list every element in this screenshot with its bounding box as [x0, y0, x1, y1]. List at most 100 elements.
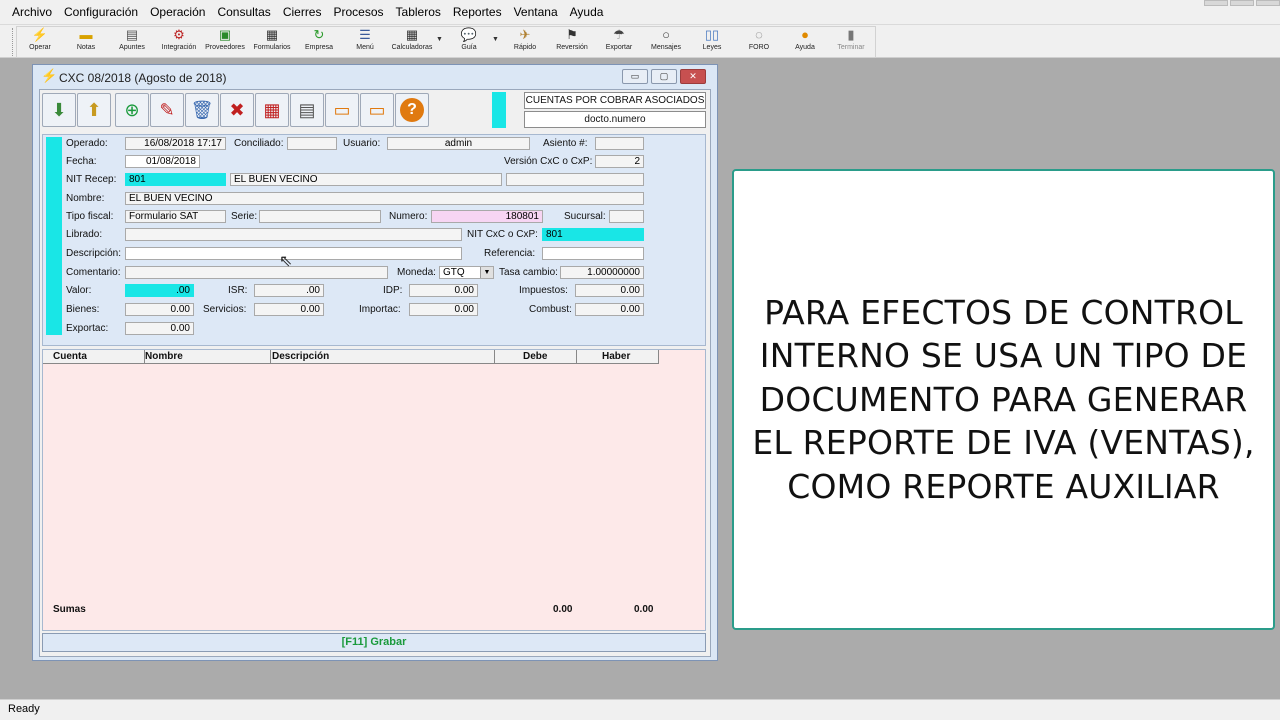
- referencia-field[interactable]: [542, 247, 644, 260]
- chevron-down-icon[interactable]: ▼: [492, 36, 499, 43]
- menu-procesos[interactable]: Procesos: [327, 5, 389, 19]
- suppliers-icon: ▣: [218, 27, 232, 42]
- exportac-field[interactable]: 0.00: [125, 322, 194, 335]
- col-nombre[interactable]: Nombre: [145, 351, 183, 362]
- main-toolbar: ⚡ Operar ▬ Notas ▤ Apuntes ⚙ Integración ▣ Pr…: [0, 24, 1280, 58]
- combust-field[interactable]: 0.00: [575, 303, 644, 316]
- maximize-button[interactable]: ▢: [651, 69, 677, 84]
- nit-cxc-field[interactable]: 801: [542, 228, 644, 241]
- menu-bar: Archivo Configuración Operación Consulta…: [0, 0, 1280, 24]
- toolbar-apuntes-button[interactable]: ▤ Apuntes: [116, 26, 148, 57]
- col-descripcion[interactable]: Descripción: [272, 351, 329, 362]
- window-title: CXC 08/2018 (Agosto de 2018): [59, 71, 227, 85]
- save-button[interactable]: [F11] Grabar: [42, 633, 706, 652]
- menu-consultas[interactable]: Consultas: [211, 5, 276, 19]
- chevron-down-icon[interactable]: ▼: [436, 36, 443, 43]
- tasa-cambio-field[interactable]: 1.00000000: [560, 266, 644, 279]
- comentario-field[interactable]: [125, 266, 388, 279]
- sucursal-label: Sucursal:: [564, 211, 606, 222]
- upload-icon: ⬆: [86, 99, 102, 120]
- add-document-icon: ⊕: [124, 99, 140, 120]
- edit-button[interactable]: ✎: [150, 93, 184, 127]
- toolbar-calculadoras-button[interactable]: ▦ Calculadoras ▼: [390, 26, 443, 57]
- col-haber[interactable]: Haber: [602, 351, 630, 362]
- entries-grid[interactable]: Cuenta Nombre Descripción Debe Haber Sum…: [42, 349, 706, 631]
- status-color-bar: [492, 92, 506, 128]
- toolbar-leyes-button[interactable]: ▯▯ Leyes: [697, 26, 727, 57]
- descripcion-field[interactable]: [125, 247, 462, 260]
- reversal-icon: ⚑: [566, 27, 578, 42]
- help-button[interactable]: ?: [395, 93, 429, 127]
- nit-recep-field[interactable]: 801: [125, 173, 226, 186]
- print-button[interactable]: ▭: [325, 93, 359, 127]
- servicios-field[interactable]: 0.00: [254, 303, 324, 316]
- cxc-document-window: ⚡ CXC 08/2018 (Agosto de 2018) ▭ ▢ ✕ ⬇ ⬆…: [32, 64, 718, 661]
- sucursal-field[interactable]: [609, 210, 644, 223]
- version-label: Versión CxC o CxP:: [504, 156, 593, 167]
- menu-tableros[interactable]: Tableros: [390, 5, 447, 19]
- new-document-button[interactable]: ⊕: [115, 93, 149, 127]
- delete-button[interactable]: 🗑: [185, 93, 219, 127]
- nit-cxc-label: NIT CxC o CxP:: [467, 229, 538, 240]
- grid-separator: [270, 350, 271, 364]
- toolbar-menu-button[interactable]: ☰ Menú: [350, 26, 380, 57]
- toolbar-mensajes-button[interactable]: ○ Mensajes: [647, 26, 685, 57]
- menu-reportes[interactable]: Reportes: [447, 5, 508, 19]
- numero-label: Numero:: [389, 211, 428, 222]
- toolbar-ayuda-button[interactable]: ● Ayuda: [790, 26, 820, 57]
- note-icon: ▬: [79, 27, 93, 42]
- grid-separator: [576, 350, 577, 364]
- pencil-icon: ✎: [159, 99, 175, 120]
- menu-cierres[interactable]: Cierres: [277, 5, 328, 19]
- toolbar-grip[interactable]: [12, 28, 15, 56]
- asiento-label: Asiento #:: [543, 138, 588, 149]
- chevron-down-icon[interactable]: ▼: [480, 267, 493, 278]
- col-debe[interactable]: Debe: [523, 351, 547, 362]
- toolbar-reversion-button[interactable]: ⚑ Reversión: [553, 26, 591, 57]
- exportac-label: Exportac:: [66, 323, 109, 334]
- impuestos-field[interactable]: 0.00: [575, 284, 644, 297]
- attach-button[interactable]: ▤: [290, 93, 324, 127]
- fecha-label: Fecha:: [66, 156, 97, 167]
- download-save-button[interactable]: ⬇: [42, 93, 76, 127]
- tipo-fiscal-label: Tipo fiscal:: [66, 211, 114, 222]
- upload-button[interactable]: ⬆: [77, 93, 111, 127]
- void-document-button[interactable]: ✖: [220, 93, 254, 127]
- toolbar-exportar-button[interactable]: ☂ Exportar: [601, 26, 637, 57]
- moneda-select[interactable]: GTQ ▼: [439, 266, 494, 279]
- librado-field[interactable]: [125, 228, 462, 241]
- numero-field[interactable]: 180801: [431, 210, 543, 223]
- delete-row-button[interactable]: ▦: [255, 93, 289, 127]
- toolbar-empresa-button[interactable]: ↻ Empresa: [302, 26, 336, 57]
- idp-field[interactable]: 0.00: [409, 284, 478, 297]
- toolbar-proveedores-button[interactable]: ▣ Proveedores: [203, 26, 247, 57]
- toolbar-guia-button[interactable]: 💬 Guía ▼: [454, 26, 499, 57]
- menu-ayuda[interactable]: Ayuda: [564, 5, 610, 19]
- menu-configuracion[interactable]: Configuración: [58, 5, 144, 19]
- toolbar-terminar-button[interactable]: ▮ Terminar: [834, 26, 868, 57]
- toolbar-foro-button[interactable]: ◌ FORO: [744, 26, 774, 57]
- menu-ventana[interactable]: Ventana: [508, 5, 564, 19]
- toolbar-rapido-button[interactable]: ✈ Rápido: [510, 26, 540, 57]
- company-icon: ↻: [313, 27, 325, 42]
- nit-recep-extra-field: [506, 173, 644, 186]
- close-button[interactable]: ✕: [680, 69, 706, 84]
- window-titlebar[interactable]: ⚡ CXC 08/2018 (Agosto de 2018) ▭ ▢ ✕: [33, 65, 717, 89]
- bienes-field[interactable]: 0.00: [125, 303, 194, 316]
- nombre-field[interactable]: EL BUEN VECINO: [125, 192, 644, 205]
- toolbar-formularios-button[interactable]: ▦ Formularios: [251, 26, 293, 57]
- tipo-fiscal-field[interactable]: Formulario SAT: [125, 210, 226, 223]
- toolbar-operar-button[interactable]: ⚡ Operar: [24, 26, 56, 57]
- print-copy-button[interactable]: ▭: [360, 93, 394, 127]
- valor-field[interactable]: .00: [125, 284, 194, 297]
- minimize-button[interactable]: ▭: [622, 69, 648, 84]
- serie-field[interactable]: [259, 210, 381, 223]
- menu-archivo[interactable]: Archivo: [6, 5, 58, 19]
- toolbar-notas-button[interactable]: ▬ Notas: [70, 26, 102, 57]
- isr-field[interactable]: .00: [254, 284, 324, 297]
- menu-operacion[interactable]: Operación: [144, 5, 211, 19]
- importac-field[interactable]: 0.00: [409, 303, 478, 316]
- fecha-field[interactable]: 01/08/2018: [125, 155, 200, 168]
- col-cuenta[interactable]: Cuenta: [53, 351, 87, 362]
- toolbar-integracion-button[interactable]: ⚙ Integración: [158, 26, 200, 57]
